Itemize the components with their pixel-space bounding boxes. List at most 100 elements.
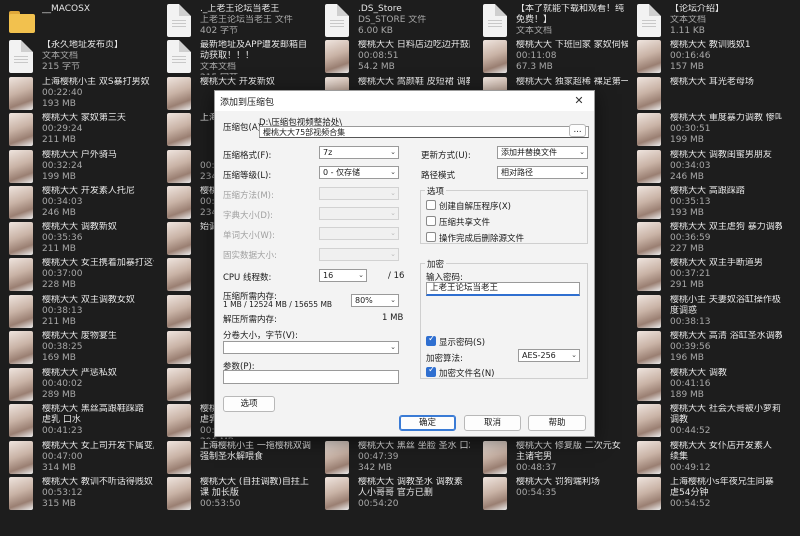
- video-thumbnail: [637, 477, 661, 510]
- mem-comp-value: 1 MB / 12524 MB / 15655 MB: [223, 300, 333, 309]
- file-item[interactable]: 【永久地址发布页】 文本文档 215 字节: [0, 38, 155, 75]
- video-thumbnail: [637, 368, 661, 401]
- file-item[interactable]: 樱桃大大 严惩私奴 00:40:02 289 MB: [0, 366, 155, 403]
- file-item[interactable]: 樱桃大大 高清 浴缸圣水调教 00:39:56 196 MB: [628, 329, 783, 366]
- file-item[interactable]: 樱桃大大 教训贱奴1 00:16:46 157 MB: [628, 38, 783, 75]
- video-thumbnail: [167, 404, 191, 437]
- video-thumbnail: [167, 113, 191, 146]
- cancel-button[interactable]: 取消: [464, 415, 521, 431]
- file-item[interactable]: ._上老王论坛当老王 上老王论坛当老王 文件 402 字节: [158, 2, 313, 39]
- file-meta-2: 193 MB: [670, 208, 704, 218]
- video-thumbnail: [167, 186, 191, 219]
- video-thumbnail: [9, 368, 33, 401]
- file-item[interactable]: 樱桃大大 户外骑马 00:32:24 199 MB: [0, 148, 155, 185]
- file-item[interactable]: 上海樱桃小主 双S暴打男奴 00:22:40 193 MB: [0, 75, 155, 112]
- update-select[interactable]: 添加并替换文件 ⌄: [497, 146, 588, 159]
- split-select[interactable]: ⌄: [223, 341, 399, 354]
- file-meta-1: 文本文档: [200, 62, 237, 72]
- params-input[interactable]: [223, 370, 399, 384]
- file-item[interactable]: 樱桃大大 重度暴力调教 惨叫不断00:30:51199 MB: [628, 111, 783, 148]
- file-name: __MACOSX: [42, 4, 91, 14]
- video-thumbnail: [637, 40, 661, 73]
- browse-button[interactable]: ...: [569, 124, 586, 137]
- enc-method-select[interactable]: AES-256 ⌄: [518, 349, 580, 362]
- file-item[interactable]: 樱桃大大 高跟踩踏 00:35:13 193 MB: [628, 184, 783, 221]
- file-item[interactable]: 樱桃大大 下班回家 家奴伺候 00:11:08 67.3 MB: [474, 38, 629, 75]
- file-item[interactable]: 【本了就能下载和观看！纯免费！】 文本文档: [474, 2, 629, 39]
- close-icon[interactable]: ✕: [564, 91, 594, 111]
- archive-name-input[interactable]: 樱桃大大75部视频合集⌄: [259, 126, 589, 138]
- document-icon: [9, 40, 33, 73]
- file-item[interactable]: 上海樱桃小主 一拖樱桃双调 强制圣水解喂食: [158, 439, 313, 476]
- file-meta-2: 54.2 MB: [358, 62, 395, 72]
- mem-percent-select[interactable]: 80% ⌄: [351, 294, 399, 307]
- video-thumbnail: [9, 113, 33, 146]
- solid-select[interactable]: ⌄: [319, 248, 399, 261]
- file-item[interactable]: 樱桃大大 调教新奴 00:35:36 211 MB: [0, 220, 155, 257]
- file-item[interactable]: 樱桃大大 社会大哥被小萝莉调教 00:44:52: [628, 402, 783, 439]
- file-item[interactable]: 樱桃大大 调教 00:41:16 189 MB: [628, 366, 783, 403]
- file-item[interactable]: 樱桃大大 开发素人托尼 00:34:03 246 MB: [0, 184, 155, 221]
- ok-button[interactable]: 确定: [399, 415, 456, 431]
- file-item[interactable]: 最新地址及APP遭发邮箱自动获取！！！文本文档215 字节: [158, 38, 313, 75]
- sfx-checkbox[interactable]: [426, 200, 436, 210]
- file-item[interactable]: 樱桃大大 修复版 二次元女主诸宅男 00:48:37: [474, 439, 629, 476]
- video-thumbnail: [637, 186, 661, 219]
- file-name: 樱桃大大 教训贱奴1: [670, 40, 751, 50]
- help-button[interactable]: 帮助: [528, 415, 586, 431]
- file-item[interactable]: 樱桃大大 女上司开发下属变成贱奴00:47:00314 MB: [0, 439, 155, 476]
- show-password-checkbox[interactable]: [426, 334, 436, 346]
- file-item[interactable]: 樱桃大大 家奴第三天 00:29:24 211 MB: [0, 111, 155, 148]
- password-value: 上老王论坛当老王: [430, 283, 499, 293]
- file-item[interactable]: 樱桃大大 双主虐狗 暴力调教 00:36:59 227 MB: [628, 220, 783, 257]
- video-thumbnail: [325, 441, 349, 474]
- file-item[interactable]: 樱桃大大 女仆店开发素人 续集 00:49:12: [628, 439, 783, 476]
- file-item[interactable]: 樱桃大大 调教圣水 调教素人小哥哥 官方已删 00:54:20: [316, 475, 471, 512]
- file-item[interactable]: 樱桃大大 耳光老母场: [628, 75, 783, 112]
- video-thumbnail: [167, 222, 191, 255]
- file-item[interactable]: 樱桃大大 (自拄调教)自拄上课 加长版 00:53:50: [158, 475, 313, 512]
- file-name: 樱桃大大 开发素人托尼: [42, 186, 135, 196]
- cpu-select[interactable]: 16 ⌄: [319, 269, 367, 282]
- file-item[interactable]: 樱桃大大 调教闺蜜男朋友 00:34:03 246 MB: [628, 148, 783, 185]
- file-item[interactable]: 樱桃大大 罚狗端利场 00:54:35: [474, 475, 629, 512]
- dict-select[interactable]: ⌄: [319, 207, 399, 220]
- file-item[interactable]: 樱桃大大 废物宴生 00:38:25 169 MB: [0, 329, 155, 366]
- password-input[interactable]: 上老王论坛当老王: [426, 282, 580, 296]
- level-select[interactable]: 0 - 仅存储 ⌄: [319, 166, 399, 179]
- file-meta-1: 00:39:56: [670, 342, 711, 352]
- file-item[interactable]: 樱桃小主 夫妻奴浴缸操作极度调惑 00:38:13: [628, 293, 783, 330]
- path-select[interactable]: 相对路径 ⌄: [497, 166, 588, 179]
- file-item[interactable]: 樱桃大大 女王携着加暴打这个贱货00:37:00228 MB: [0, 256, 155, 293]
- encrypt-names-checkbox[interactable]: [426, 365, 436, 377]
- file-meta-1: 00:36:59: [670, 233, 711, 243]
- cpu-value: 16: [323, 271, 334, 280]
- file-name: 上海樱桃小主 双S暴打男奴: [42, 77, 150, 87]
- file-item[interactable]: __MACOSX: [0, 2, 155, 39]
- chevron-down-icon: ⌄: [390, 296, 396, 304]
- video-thumbnail: [637, 77, 661, 110]
- solid-label: 固实数据大小:: [223, 251, 277, 261]
- shared-checkbox[interactable]: [426, 216, 436, 226]
- chevron-down-icon: ⌄: [390, 343, 396, 351]
- format-select[interactable]: 7z ⌄: [319, 146, 399, 159]
- file-item[interactable]: 【论坛介绍】 文本文档 1.11 KB: [628, 2, 783, 39]
- file-item[interactable]: 樱桃大大 双主调教女奴 00:38:13 211 MB: [0, 293, 155, 330]
- file-name: 【永久地址发布页】: [42, 40, 124, 50]
- options-button[interactable]: 选项: [223, 396, 275, 412]
- video-thumbnail: [637, 222, 661, 255]
- method-select[interactable]: ⌄: [319, 187, 399, 200]
- chevron-down-icon: ⌄: [390, 229, 396, 237]
- delete-checkbox[interactable]: [426, 232, 436, 242]
- file-item[interactable]: 上海樱桃小s年夜兄生同暴虐54分钟 00:54:52: [628, 475, 783, 512]
- file-item[interactable]: 樱桃大大 黑丝 坐脸 圣水 口水 00:47:39 342 MB: [316, 439, 471, 476]
- video-thumbnail: [9, 258, 33, 291]
- video-thumbnail: [167, 258, 191, 291]
- file-item[interactable]: .DS_Store DS_STORE 文件 6.00 KB: [316, 2, 471, 39]
- file-item[interactable]: 樱桃大大 教训不听话得贱奴 00:53:12 315 MB: [0, 475, 155, 512]
- file-item[interactable]: 樱桃大大 双主手断道男 00:37:21 291 MB: [628, 256, 783, 293]
- file-item[interactable]: 樱桃大大 黑丝高跟鞋踩踏 虐乳 口水 00:41:23: [0, 402, 155, 439]
- options-group-title: 选项: [425, 185, 447, 197]
- file-item[interactable]: 樱桃大大 日料店边吃边开鼓胶双00:08:5154.2 MB: [316, 38, 471, 75]
- word-select[interactable]: ⌄: [319, 227, 399, 240]
